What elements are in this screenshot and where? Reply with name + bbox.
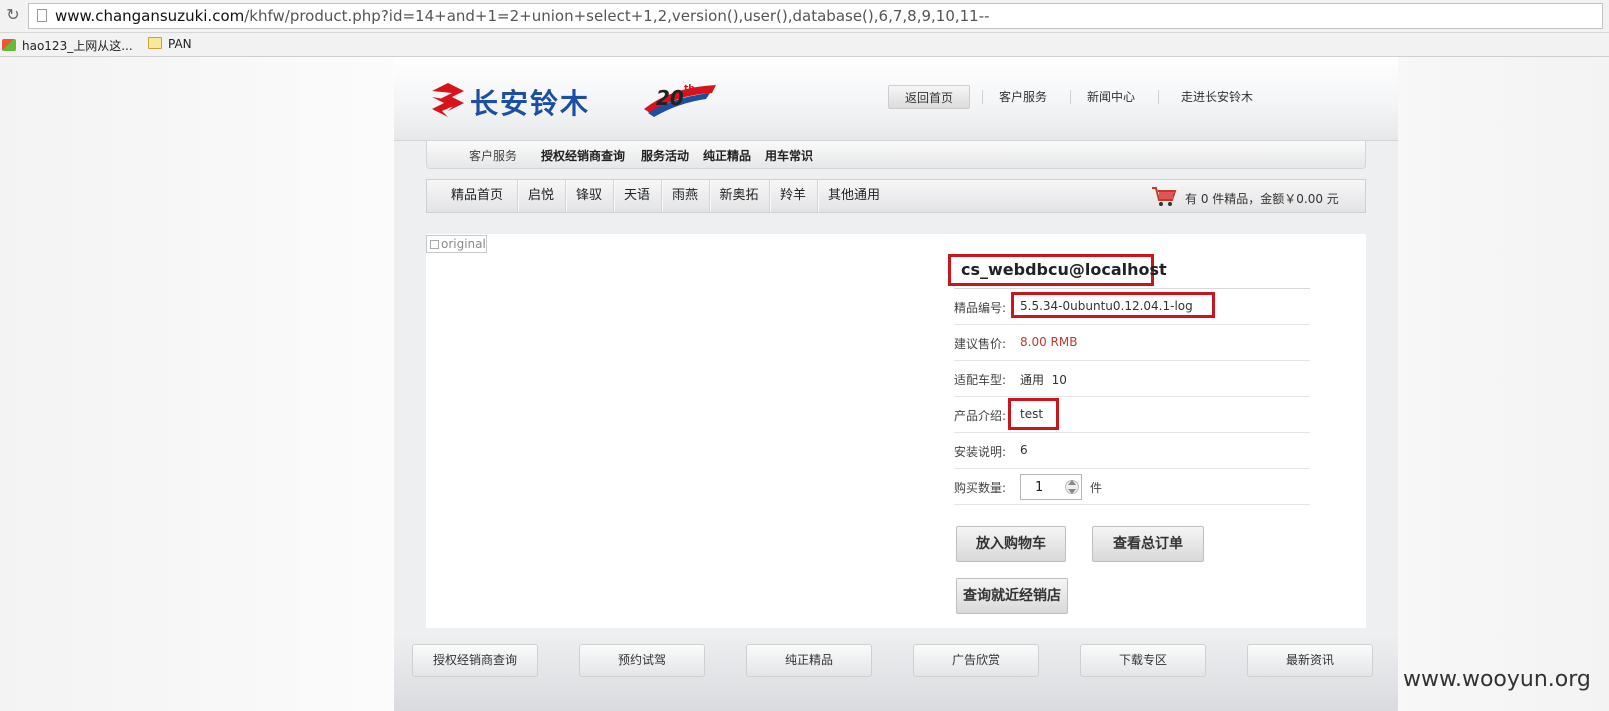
hao123-icon — [2, 39, 16, 51]
row-label: 安装说明: — [954, 445, 1007, 459]
cart-summary: 有 0 件精品，金额￥0.00 元 — [1185, 192, 1339, 206]
find-dealer-button[interactable]: 查询就近经销店 — [956, 578, 1068, 614]
svg-text:th: th — [684, 84, 695, 94]
product-title: cs_webdbcu@localhost — [961, 260, 1167, 279]
row-label: 建议售价: — [954, 337, 1007, 351]
footer-dealer-search[interactable]: 授权经销商查询 — [412, 644, 538, 677]
price-value: 8.00 RMB — [1020, 335, 1078, 349]
quantity-stepper[interactable]: 1 — [1020, 474, 1082, 500]
suzuki-logo-icon[interactable] — [430, 83, 466, 117]
model-tab-yuyan[interactable]: 雨燕 — [663, 180, 707, 212]
quantity-unit: 件 — [1090, 481, 1103, 495]
subnav-customer-service[interactable]: 客户服务 — [469, 147, 517, 164]
nav-customer-service[interactable]: 客户服务 — [986, 85, 1060, 109]
model-tab-alto[interactable]: 新奥拓 — [711, 180, 767, 212]
subnav-car-tips[interactable]: 用车常识 — [765, 147, 813, 164]
watermark: www.wooyun.org — [1403, 667, 1591, 692]
url-host: www.changansuzuki.com — [55, 7, 245, 25]
nav-divider — [1158, 90, 1159, 104]
subnav-dealer-search[interactable]: 授权经销商查询 — [541, 147, 625, 164]
subnav-service-events[interactable]: 服务活动 — [641, 147, 689, 164]
reload-icon[interactable]: ↻ — [4, 6, 22, 24]
nav-news[interactable]: 新闻中心 — [1074, 85, 1148, 109]
detail-row-price: 建议售价: 8.00 RMB — [954, 325, 1310, 361]
svg-text:20: 20 — [656, 86, 684, 110]
product-image: original — [426, 235, 487, 253]
highlight-box — [1011, 292, 1215, 318]
quantity-value: 1 — [1035, 480, 1044, 495]
product-panel: original cs_webdbcu@localhost 精品编号: 5.5.… — [426, 234, 1366, 628]
bookmark-hao123[interactable]: hao123_上网从这... — [2, 37, 133, 54]
site-container: 长安铃木 20 th 返回首页 客户服务 新闻中心 走进长安铃木 客户服务 授权… — [394, 57, 1398, 711]
footer-test-drive[interactable]: 预约试驾 — [579, 644, 705, 677]
row-value: 6 — [1020, 443, 1028, 457]
address-bar: ↻ www.changansuzuki.com/khfw/product.php… — [0, 0, 1609, 33]
image-alt-text: original — [441, 237, 486, 251]
nav-about[interactable]: 走进长安铃木 — [1162, 85, 1272, 109]
qty-label: 购买数量: — [954, 481, 1007, 495]
detail-row-quantity: 购买数量: 1 件 — [954, 469, 1310, 505]
detail-row-fitment: 适配车型: 通用 10 — [954, 361, 1310, 397]
footer-genuine-parts[interactable]: 纯正精品 — [746, 644, 872, 677]
detail-row-intro: 产品介绍: test — [954, 397, 1310, 433]
subnav-genuine-parts[interactable]: 纯正精品 — [703, 147, 751, 164]
url-path: /khfw/product.php?id=14+and+1=2+union+se… — [244, 7, 990, 25]
add-to-cart-button[interactable]: 放入购物车 — [956, 526, 1066, 562]
page-icon — [37, 9, 47, 22]
shopping-cart-icon[interactable] — [1151, 186, 1177, 208]
row-value: 通用 10 — [1020, 373, 1067, 387]
bookmarks-bar: hao123_上网从这... PAN — [0, 33, 1609, 57]
nav-divider — [982, 90, 983, 104]
brand-name[interactable]: 长安铃木 — [470, 82, 590, 122]
model-tab-general[interactable]: 其他通用 — [819, 180, 889, 212]
url-text: www.changansuzuki.com/khfw/product.php?i… — [55, 7, 990, 25]
footer-ads[interactable]: 广告欣赏 — [913, 644, 1039, 677]
row-label: 产品介绍: — [954, 409, 1007, 423]
detail-row-install: 安装说明: 6 — [954, 433, 1310, 469]
nav-home[interactable]: 返回首页 — [888, 85, 970, 109]
spinner-arrows-icon[interactable] — [1065, 477, 1079, 497]
sub-nav: 客户服务 授权经销商查询 服务活动 纯正精品 用车常识 — [426, 141, 1366, 169]
folder-icon — [148, 37, 162, 49]
site-footer: 授权经销商查询 预约试驾 纯正精品 广告欣赏 下载专区 最新资讯 — [394, 637, 1398, 711]
site-header: 长安铃木 20 th 返回首页 客户服务 新闻中心 走进长安铃木 — [394, 57, 1398, 141]
anniversary-badge-icon: 20 th — [644, 84, 716, 117]
model-tab-home[interactable]: 精品首页 — [441, 180, 513, 212]
highlight-box — [1008, 398, 1059, 430]
bookmark-pan[interactable]: PAN — [148, 37, 192, 51]
broken-image-icon — [430, 240, 439, 249]
model-tab-tianyu[interactable]: 天语 — [615, 180, 659, 212]
model-tab-antelope[interactable]: 羚羊 — [771, 180, 815, 212]
nav-divider — [1070, 90, 1071, 104]
detail-row-code: 精品编号: 5.5.34-0ubuntu0.12.04.1-log — [954, 289, 1310, 325]
model-tab-qiyue[interactable]: 启悦 — [519, 180, 563, 212]
view-orders-button[interactable]: 查看总订单 — [1092, 526, 1204, 562]
bookmark-label: hao123_上网从这... — [22, 39, 133, 53]
row-label: 适配车型: — [954, 373, 1007, 387]
footer-latest-news[interactable]: 最新资讯 — [1247, 644, 1373, 677]
footer-downloads[interactable]: 下载专区 — [1080, 644, 1206, 677]
row-label: 精品编号: — [954, 301, 1007, 315]
bookmark-label: PAN — [168, 37, 192, 51]
model-nav: 精品首页 启悦 锋驭 天语 雨燕 新奥拓 羚羊 其他通用 有 0 件精品，金额￥… — [426, 179, 1366, 213]
model-tab-fengyu[interactable]: 锋驭 — [567, 180, 611, 212]
url-field[interactable]: www.changansuzuki.com/khfw/product.php?i… — [28, 3, 1603, 29]
